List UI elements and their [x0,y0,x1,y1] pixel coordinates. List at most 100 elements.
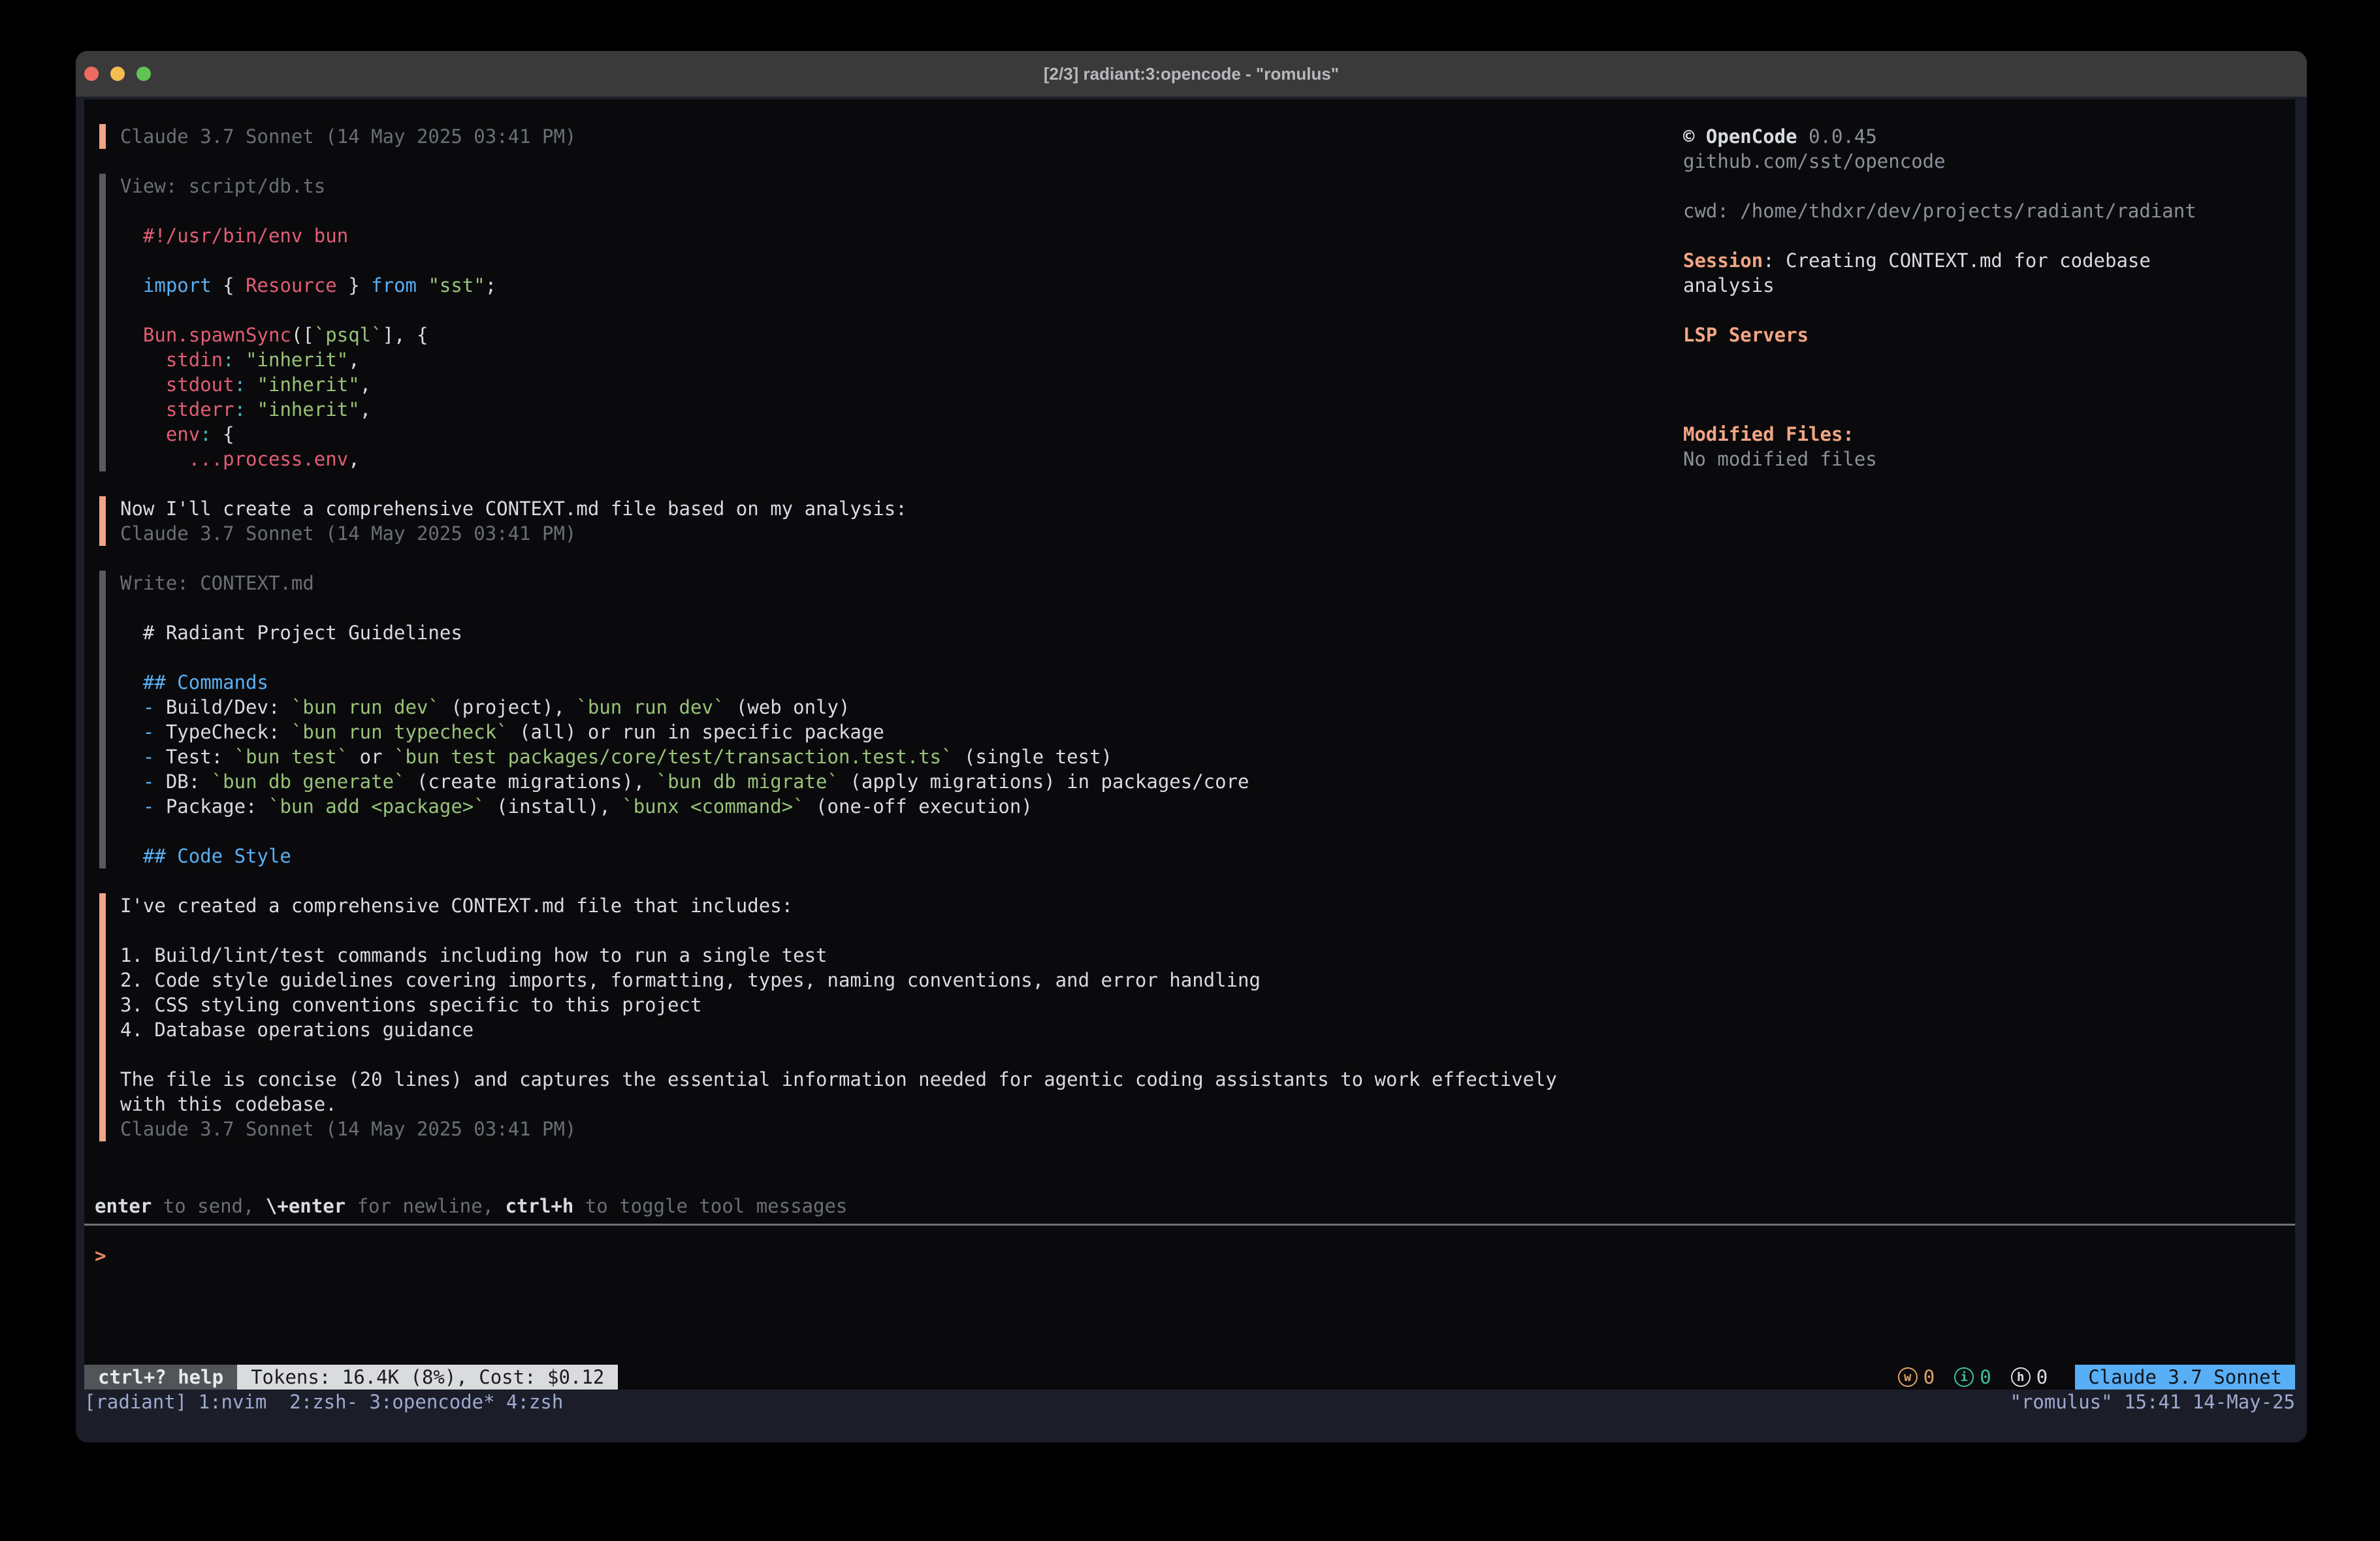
text-segment: (project), [440,696,577,718]
text-segment: 0.0.45 [1797,125,1877,148]
terminal-line: - Test: `bun test` or `bun test packages… [120,744,1660,769]
text-segment: ; [485,274,496,296]
text-segment: - [120,696,166,718]
text-segment: `bunx <command>` [622,795,804,818]
text-segment: I've created a comprehensive CONTEXT.md … [120,895,793,917]
text-segment: 2. Code style guidelines covering import… [120,969,1261,991]
zoom-button[interactable] [137,67,151,81]
text-segment: with this codebase. [120,1093,337,1115]
sidebar: © OpenCode 0.0.45github.com/sst/opencode… [1683,124,2300,471]
text-segment: Modified Files: [1683,423,1854,445]
text-segment: env [120,423,200,445]
terminal-line [1683,174,2300,199]
terminal-line [120,645,1660,670]
terminal-line: - Package: `bun add <package>` (install)… [120,794,1660,819]
traffic-lights [84,67,151,81]
terminal-screen: Claude 3.7 Sonnet (14 May 2025 03:41 PM)… [84,99,2295,1390]
text-segment: TypeCheck: [166,721,291,743]
input-hint: enter to send, \+enter for newline, ctrl… [95,1194,847,1218]
minimize-button[interactable] [110,67,125,81]
text-segment: `bun db migrate` [656,770,839,793]
text-segment [246,373,257,396]
text-segment: `bun run typecheck` [291,721,508,743]
message-header-block: Claude 3.7 Sonnet (14 May 2025 03:41 PM) [99,124,1660,149]
terminal-line: I've created a comprehensive CONTEXT.md … [120,893,1660,918]
terminal-line: - TypeCheck: `bun run typecheck` (all) o… [120,720,1660,744]
terminal-line: 4. Database operations guidance [120,1017,1660,1042]
text-segment: analysis [1683,274,1775,296]
chat-log: Claude 3.7 Sonnet (14 May 2025 03:41 PM)… [99,124,1660,1166]
terminal-line [1683,223,2300,248]
text-segment: : [234,373,246,396]
close-button[interactable] [84,67,99,81]
text-segment: `bun db generate` [212,770,406,793]
terminal-line: ## Commands [120,670,1660,695]
text-segment: `bun run dev` [576,696,724,718]
text-segment: : [223,349,234,371]
text-segment: - [120,746,166,768]
tmux-windows: [radiant] 1:nvim 2:zsh- 3:opencode* 4:zs… [84,1390,563,1414]
info-count: 0 [1980,1365,1991,1390]
text-segment: : Creating CONTEXT.md for codebase [1763,249,2151,272]
prompt-line[interactable]: > [95,1243,890,1268]
terminal-line: Claude 3.7 Sonnet (14 May 2025 03:41 PM) [120,124,1660,149]
terminal-line: 1. Build/lint/test commands including ho… [120,943,1660,968]
text-segment: stderr [120,398,234,421]
tokens-cost-chip: Tokens: 16.4K (8%), Cost: $0.12 [237,1365,618,1390]
text-segment: ## Commands [120,671,268,693]
terminal-line: analysis [1683,273,2300,298]
terminal-line: Bun.spawnSync([`psql`], { [120,323,1660,347]
text-segment: Package: [166,795,268,818]
text-segment: DB: [166,770,212,793]
text-segment: : [200,423,211,445]
text-segment: Session [1683,249,1763,272]
tmux-session-name: [radiant] [84,1390,199,1414]
text-segment: to toggle tool messages [573,1195,847,1217]
text-segment: LSP Servers [1683,324,1809,346]
terminal-line: ...process.env, [120,447,1660,471]
terminal-line: stdin: "inherit", [120,347,1660,372]
text-segment: ...process.env [120,448,348,470]
text-segment: "inherit" [257,398,360,421]
terminal-line [120,918,1660,943]
tmux-window-2[interactable]: 2:zsh- [289,1390,369,1414]
text-segment: } [337,274,371,296]
title-bar: [2/3] radiant:3:opencode - "romulus" [76,51,2307,97]
text-segment: The file is concise (20 lines) and captu… [120,1068,1557,1090]
assistant-message-block: I've created a comprehensive CONTEXT.md … [99,893,1660,1141]
terminal-line: 2. Code style guidelines covering import… [120,968,1660,993]
terminal-line [120,298,1660,323]
terminal-line: github.com/sst/opencode [1683,149,2300,174]
text-segment: or [348,746,394,768]
tmux-window-1[interactable]: 1:nvim [199,1390,290,1414]
text-segment: `bun test` [234,746,349,768]
terminal-line [120,1042,1660,1067]
terminal-line: import { Resource } from "sst"; [120,273,1660,298]
text-segment: (apply migrations) in packages/core [839,770,1249,793]
text-segment: Build/Dev: [166,696,291,718]
assistant-message-block: Now I'll create a comprehensive CONTEXT.… [99,496,1660,546]
tmux-window-4[interactable]: 4:zsh [506,1390,563,1414]
text-segment: (create migrations), [406,770,656,793]
text-segment: #!/usr/bin/env bun [120,225,348,247]
terminal-window: [2/3] radiant:3:opencode - "romulus" Cla… [76,51,2307,1442]
terminal-line [1683,347,2300,372]
text-segment: : [234,398,246,421]
terminal-line: #!/usr/bin/env bun [120,223,1660,248]
text-segment: import [120,274,212,296]
text-segment: "inherit" [246,349,348,371]
text-segment: (all) or run in specific package [508,721,884,743]
terminal-line: stderr: "inherit", [120,397,1660,422]
help-chip: ctrl+? help [84,1365,237,1390]
text-segment: (one-off execution) [805,795,1033,818]
text-segment: stdout [120,373,234,396]
text-segment: - [120,721,166,743]
prompt-input[interactable] [106,1243,890,1268]
terminal-line: stdout: "inherit", [120,372,1660,397]
model-badge: Claude 3.7 Sonnet [2075,1365,2295,1390]
terminal-line: No modified files [1683,447,2300,471]
text-segment: 1. Build/lint/test commands including ho… [120,944,828,966]
tool-write-block: Write: CONTEXT.md # Radiant Project Guid… [99,571,1660,868]
tool-view-block: View: script/db.ts #!/usr/bin/env bun im… [99,174,1660,471]
tmux-window-3[interactable]: 3:opencode* [370,1390,507,1414]
